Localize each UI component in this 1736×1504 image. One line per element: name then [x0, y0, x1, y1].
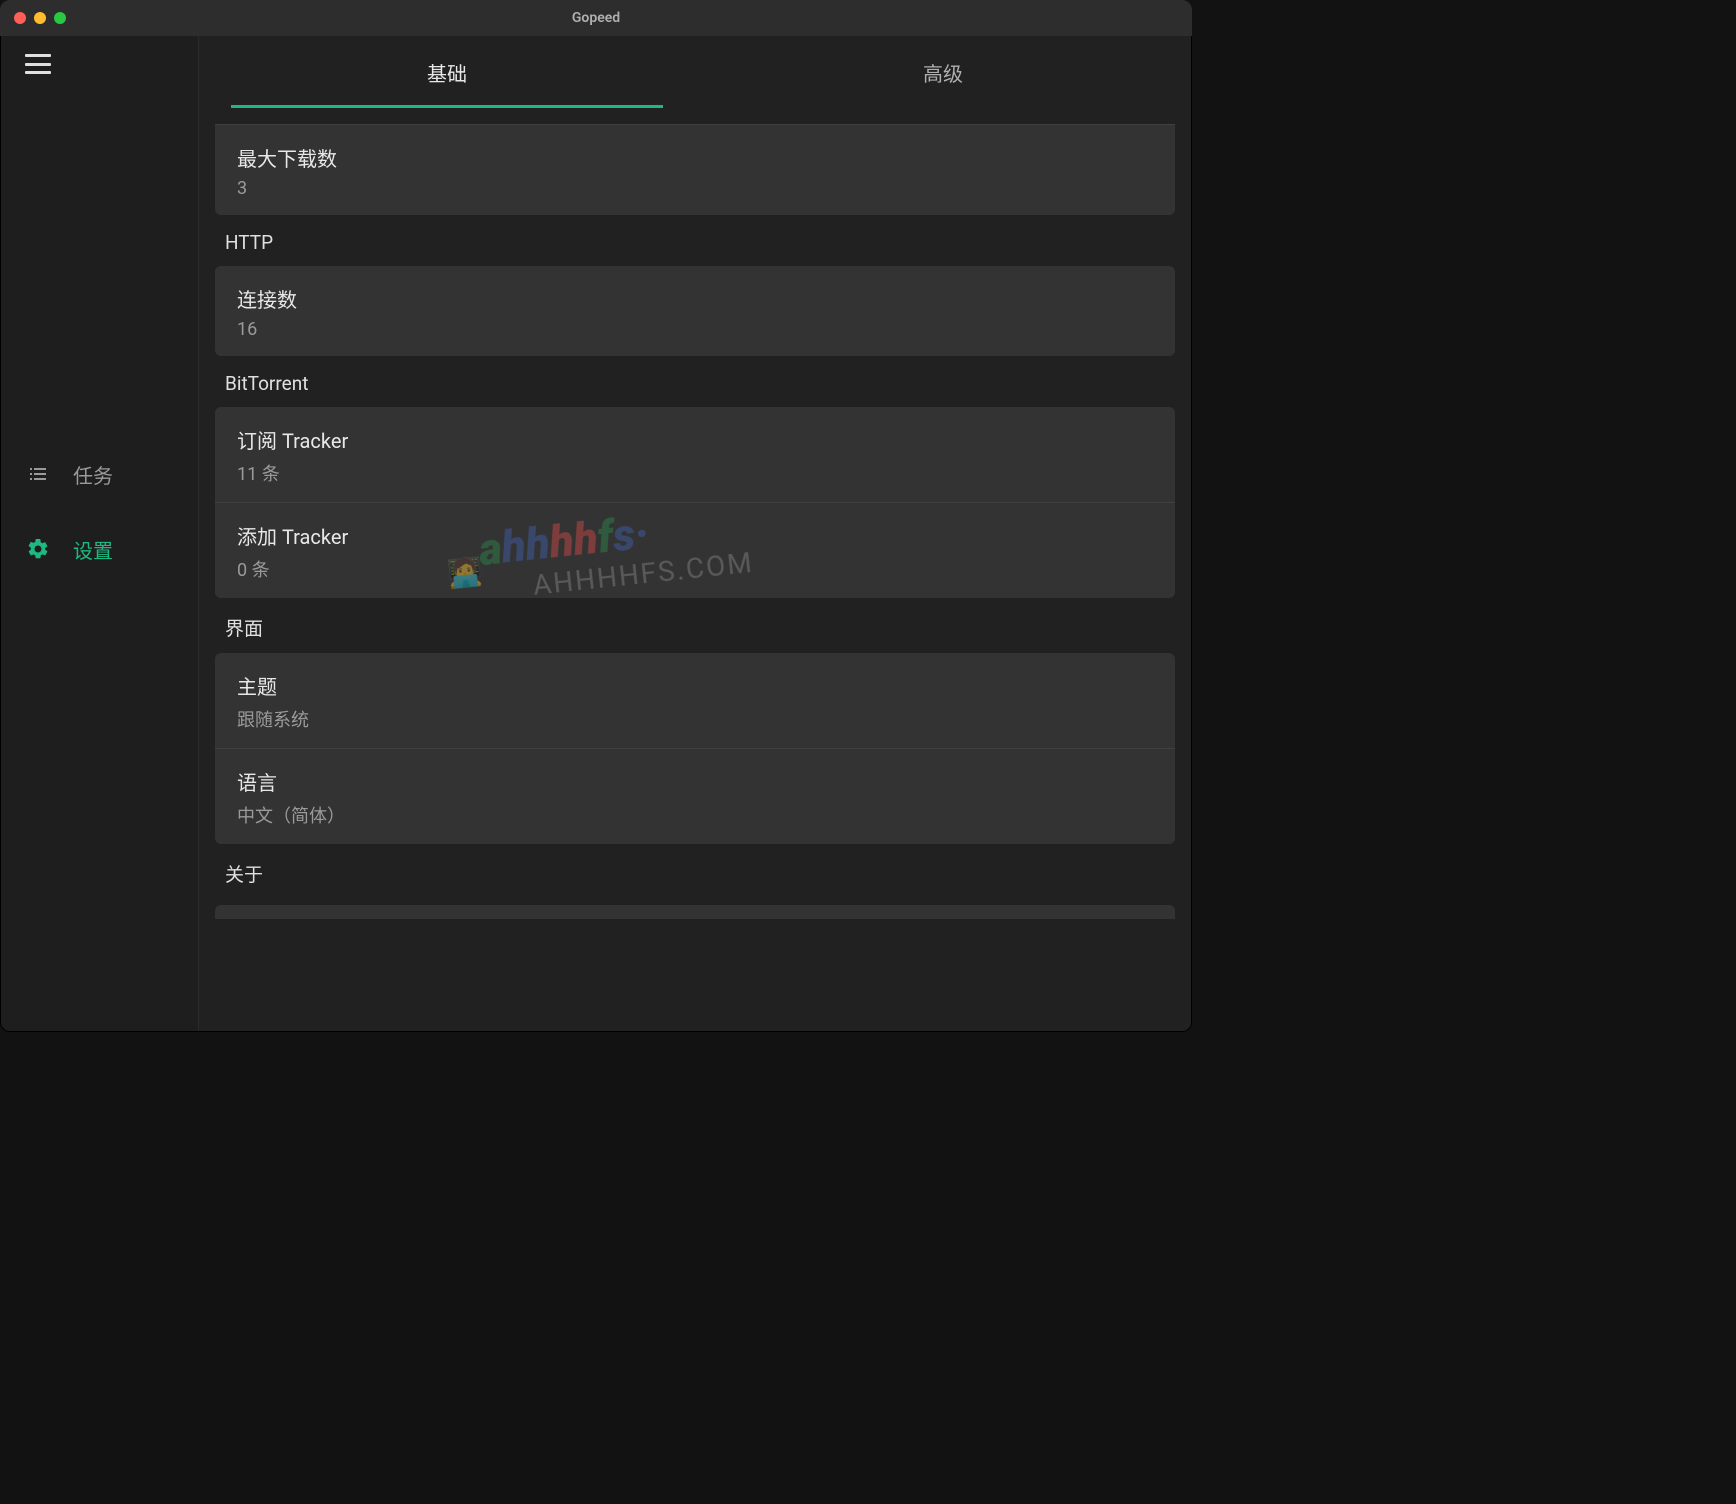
sidebar: 任务 设置: [1, 36, 199, 1031]
bittorrent-card: 订阅 Tracker 11 条 添加 Tracker 0 条: [215, 407, 1175, 598]
section-header-http: HTTP: [215, 215, 1175, 266]
app-body: 任务 设置 基础 高级: [0, 36, 1192, 1032]
sidebar-item-label: 任务: [73, 460, 113, 489]
hamburger-icon: [25, 54, 51, 74]
main-panel: 基础 高级 最大下载数 3 HTTP 连接数 16: [199, 36, 1191, 1031]
setting-max-downloads[interactable]: 最大下载数 3: [215, 125, 1175, 215]
setting-subscribe-tracker[interactable]: 订阅 Tracker 11 条: [215, 407, 1175, 502]
sidebar-item-tasks[interactable]: 任务: [1, 446, 198, 503]
setting-label: 添加 Tracker: [237, 521, 1153, 550]
titlebar: Gopeed: [0, 0, 1192, 36]
list-icon: [25, 461, 51, 487]
setting-add-tracker[interactable]: 添加 Tracker 0 条: [215, 502, 1175, 598]
general-card: 最大下载数 3: [215, 124, 1175, 215]
tab-label: 基础: [427, 58, 467, 87]
sidebar-spacer-bottom: [1, 578, 198, 1032]
http-card: 连接数 16: [215, 266, 1175, 356]
maximize-window-button[interactable]: [54, 12, 66, 24]
sidebar-item-label: 设置: [73, 535, 113, 564]
setting-label: 订阅 Tracker: [237, 425, 1153, 454]
sidebar-items: 任务 设置: [1, 446, 198, 578]
tab-label: 高级: [923, 58, 963, 87]
gear-icon: [25, 536, 51, 562]
sidebar-item-settings[interactable]: 设置: [1, 521, 198, 578]
setting-value: 跟随系统: [237, 706, 1153, 732]
setting-value: 11 条: [237, 460, 1153, 486]
window-title: Gopeed: [572, 10, 620, 26]
setting-label: 主题: [237, 671, 1153, 700]
setting-value: 中文（简体）: [237, 802, 1153, 828]
app-window: Gopeed 任务 设置: [0, 0, 1192, 1032]
setting-theme[interactable]: 主题 跟随系统: [215, 653, 1175, 748]
setting-value: 16: [237, 319, 1153, 340]
section-header-bittorrent: BitTorrent: [215, 356, 1175, 407]
menu-toggle-button[interactable]: [1, 36, 198, 92]
setting-value: 3: [237, 178, 1153, 199]
tab-basic[interactable]: 基础: [199, 36, 695, 108]
ui-card: 主题 跟随系统 语言 中文（简体）: [215, 653, 1175, 844]
close-window-button[interactable]: [14, 12, 26, 24]
setting-language[interactable]: 语言 中文（简体）: [215, 748, 1175, 844]
section-header-ui: 界面: [215, 598, 1175, 653]
setting-label: 连接数: [237, 284, 1153, 313]
tabs: 基础 高级: [199, 36, 1191, 108]
window-controls: [14, 12, 66, 24]
minimize-window-button[interactable]: [34, 12, 46, 24]
tab-advanced[interactable]: 高级: [695, 36, 1191, 108]
setting-label: 最大下载数: [237, 143, 1153, 172]
setting-label: 语言: [237, 767, 1153, 796]
setting-connections[interactable]: 连接数 16: [215, 266, 1175, 356]
setting-value: 0 条: [237, 556, 1153, 582]
settings-content: 最大下载数 3 HTTP 连接数 16 BitTorrent 订阅 Tracke…: [199, 108, 1191, 1031]
section-header-about: 关于: [215, 844, 1175, 899]
about-card: [215, 905, 1175, 919]
